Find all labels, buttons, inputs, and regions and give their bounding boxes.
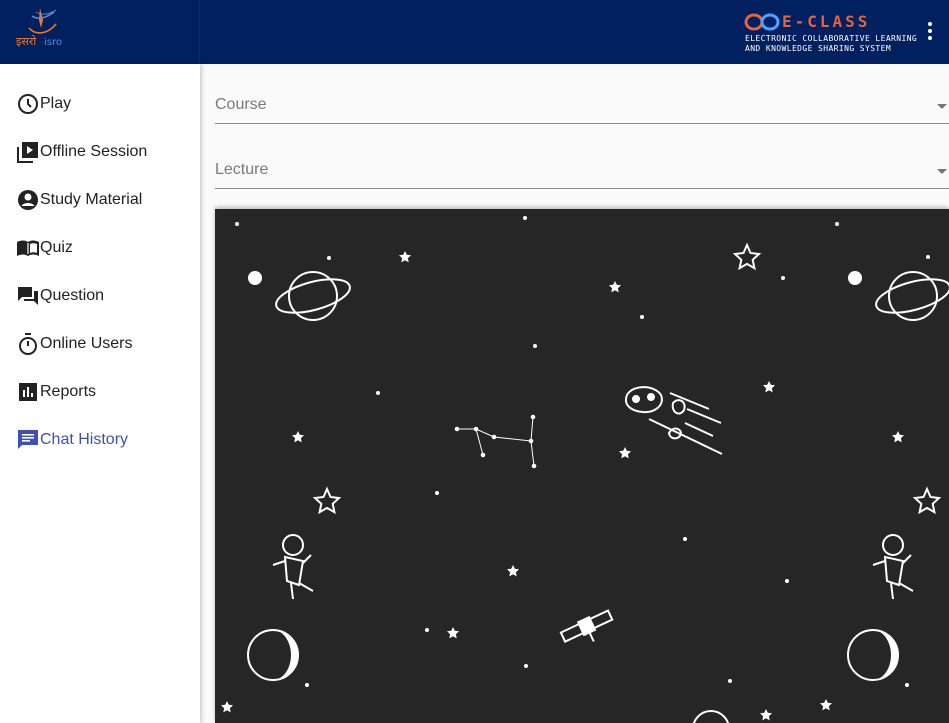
star	[506, 565, 519, 577]
asteroid	[671, 399, 686, 415]
account-circle-icon	[18, 190, 38, 210]
sidebar-item-play[interactable]: Play	[16, 90, 71, 118]
constellation-star	[473, 426, 479, 432]
sidebar-item-online-users[interactable]: Online Users	[16, 330, 132, 358]
sidebar-item-label: Chat History	[40, 431, 129, 448]
sidebar-nav: Play Offline Session Study Material Quiz	[0, 64, 200, 723]
constellation-star	[454, 426, 460, 432]
timer-icon	[19, 333, 37, 355]
brand-subtitle: ELECTRONIC COLLABORATIVE LEARNING AND KN…	[745, 34, 917, 54]
app-header: इसरो isro E-CLASS ELECTRONIC COLLABORATI…	[0, 0, 949, 64]
asteroid	[625, 386, 663, 414]
star-dot	[781, 276, 785, 280]
chat-history-panel	[215, 209, 949, 723]
star-outline	[732, 242, 762, 271]
star	[763, 381, 775, 393]
moon-crescent	[873, 630, 898, 680]
star	[399, 251, 411, 263]
constellation-star	[528, 438, 534, 444]
constellation-star	[531, 463, 537, 469]
constellation-star	[530, 414, 536, 420]
space-background-illustration	[221, 216, 949, 723]
moon	[692, 710, 730, 723]
star	[447, 627, 459, 639]
brand-subtitle-line-1: ELECTRONIC COLLABORATIVE LEARNING	[745, 34, 918, 43]
sidebar-item-label: Play	[40, 95, 72, 112]
moon-crescent	[273, 630, 298, 680]
star	[618, 447, 631, 459]
sidebar-item-label: Study Material	[40, 191, 143, 208]
star-dot	[683, 537, 687, 541]
logo-latin: isro	[44, 37, 62, 48]
sidebar-item-label: Online Users	[40, 335, 133, 352]
star	[221, 701, 233, 713]
dropdown-arrow-icon	[937, 169, 947, 174]
star-dot	[533, 344, 537, 348]
sidebar-item-offline-session[interactable]: Offline Session	[16, 138, 147, 166]
lecture-select-placeholder: Lecture	[215, 161, 269, 178]
sidebar-item-label: Reports	[40, 383, 97, 400]
star-dot	[728, 679, 732, 683]
star-dot	[835, 222, 839, 226]
star-dot	[376, 391, 380, 395]
sidebar-item-study-material[interactable]: Study Material	[16, 186, 142, 214]
comet-trail	[686, 408, 722, 424]
isro-logo[interactable]: इसरो isro	[14, 6, 70, 52]
moon-dot	[848, 271, 862, 285]
clock-icon	[18, 94, 38, 114]
chat-icon	[18, 430, 38, 449]
star-outline	[312, 486, 342, 515]
astronaut	[272, 534, 314, 600]
constellation-star	[480, 452, 486, 458]
brand-title: E-CLASS	[782, 12, 871, 31]
logo-area: इसरो isro	[0, 0, 200, 64]
infinity-logo-icon	[744, 13, 780, 31]
star-dot	[235, 222, 239, 226]
star-outline	[912, 486, 942, 515]
star	[760, 709, 772, 721]
constellation-lines	[475, 428, 484, 456]
sidebar-item-label: Question	[40, 287, 105, 304]
sidebar-item-label: Quiz	[40, 239, 73, 256]
satellite	[559, 609, 614, 643]
more-vert-icon[interactable]	[921, 20, 939, 44]
sidebar-item-reports[interactable]: Reports	[16, 378, 96, 406]
star-dot	[785, 579, 789, 583]
eclass-brand: E-CLASS ELECTRONIC COLLABORATIVE LEARNIN…	[744, 10, 917, 56]
logo-hindi: इसरो	[16, 35, 36, 48]
bar-chart-icon	[19, 383, 37, 401]
moon-dot	[248, 271, 262, 285]
sidebar-item-question[interactable]: Question	[16, 282, 104, 310]
brand-subtitle-line-2: AND KNOWLEDGE SHARING SYSTEM	[745, 44, 892, 53]
astronaut	[872, 534, 914, 600]
star-dot	[327, 256, 331, 260]
star-dot	[435, 491, 439, 495]
star-dot	[905, 683, 909, 687]
star-dot	[640, 315, 644, 319]
constellation-lines	[530, 440, 535, 467]
planet-ring	[275, 278, 351, 314]
star	[892, 431, 904, 443]
forum-icon	[18, 287, 38, 305]
video-library-icon	[17, 142, 38, 163]
comet-trail	[684, 422, 714, 437]
star-dot	[523, 216, 527, 220]
star-dot	[524, 664, 528, 668]
course-select-placeholder: Course	[215, 96, 267, 113]
star-dot	[926, 255, 930, 259]
star-dot	[425, 628, 429, 632]
star	[820, 699, 832, 711]
sidebar-item-chat-history[interactable]: Chat History	[16, 426, 128, 454]
course-select[interactable]: Course	[215, 84, 949, 124]
star	[292, 431, 304, 443]
constellation-star	[491, 434, 497, 440]
sidebar-item-quiz[interactable]: Quiz	[16, 234, 73, 262]
star	[608, 281, 621, 293]
open-book-icon	[17, 240, 39, 256]
sidebar-item-label: Offline Session	[40, 143, 148, 160]
lecture-select[interactable]: Lecture	[215, 149, 949, 189]
star-dot	[305, 683, 309, 687]
dropdown-arrow-icon	[937, 104, 947, 109]
